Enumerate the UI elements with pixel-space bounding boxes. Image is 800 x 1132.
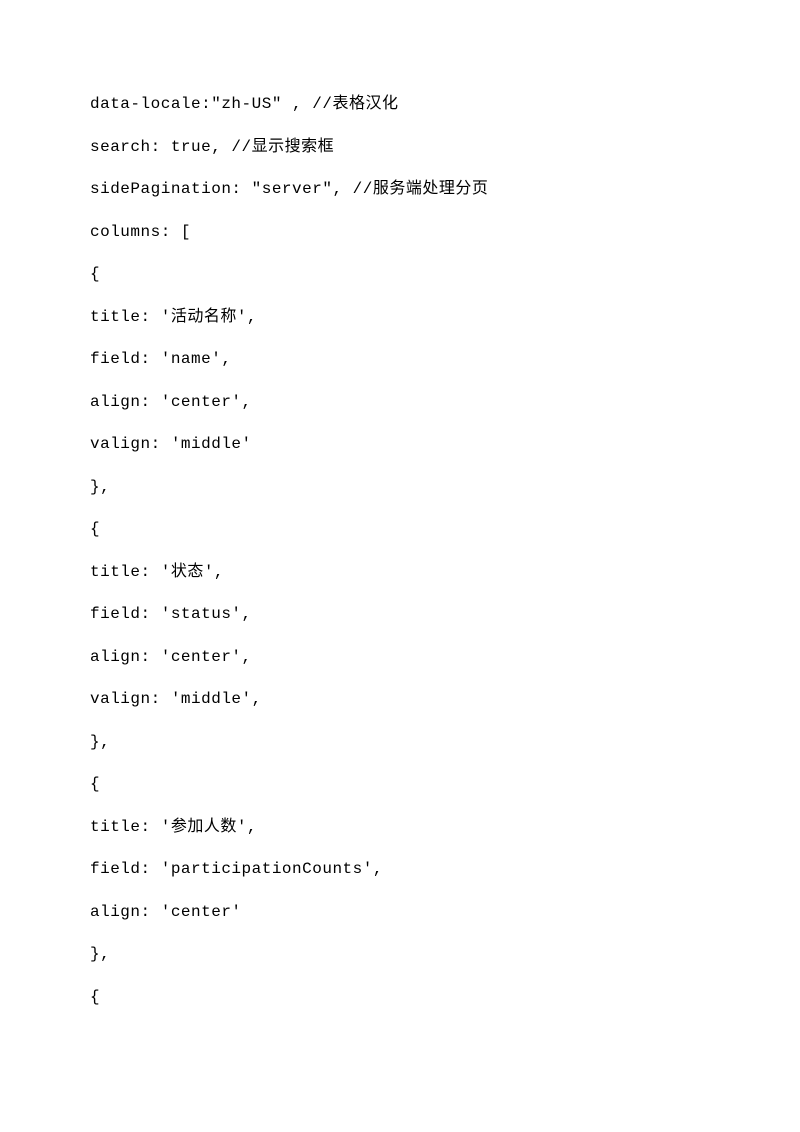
code-line: title: '状态', [90,564,710,580]
code-line: }, [90,734,710,750]
code-line: { [90,266,710,282]
code-line: { [90,521,710,537]
code-line: data-locale:"zh-US" , //表格汉化 [90,96,710,112]
code-line: search: true, //显示搜索框 [90,139,710,155]
code-line: valign: 'middle', [90,691,710,707]
code-line: title: '活动名称', [90,309,710,325]
code-line: valign: 'middle' [90,436,710,452]
code-line: field: 'participationCounts', [90,861,710,877]
document-page: data-locale:"zh-US" , //表格汉化 search: tru… [0,0,800,1005]
code-line: }, [90,479,710,495]
code-line: title: '参加人数', [90,819,710,835]
code-line: align: 'center', [90,394,710,410]
code-line: field: 'name', [90,351,710,367]
code-line: columns: [ [90,224,710,240]
code-line: align: 'center' [90,904,710,920]
code-line: { [90,776,710,792]
code-line: field: 'status', [90,606,710,622]
code-line: sidePagination: "server", //服务端处理分页 [90,181,710,197]
code-line: { [90,989,710,1005]
code-line: }, [90,946,710,962]
code-line: align: 'center', [90,649,710,665]
